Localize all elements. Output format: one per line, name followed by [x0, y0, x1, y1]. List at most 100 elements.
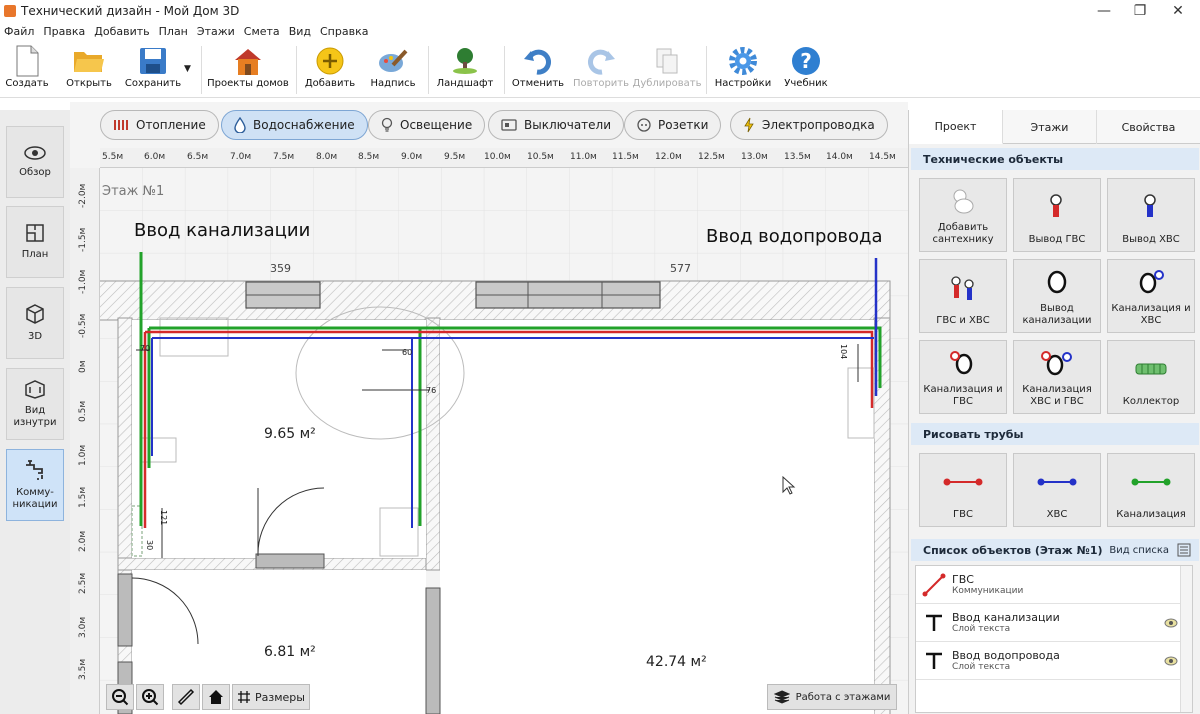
- tab-water-supply[interactable]: Водоснабжение: [221, 110, 368, 140]
- settings-button[interactable]: Настройки: [712, 44, 774, 96]
- floor-plan[interactable]: Этаж №1 Ввод канализации Ввод водопровод…: [100, 168, 908, 714]
- tutorial-button[interactable]: ? Учебник: [780, 44, 832, 96]
- water-input-label[interactable]: Ввод водопровода: [706, 226, 883, 247]
- hot-water-outlet-tile[interactable]: Вывод ГВС: [1013, 178, 1101, 252]
- zoom-in-icon: [142, 689, 159, 706]
- plan-canvas[interactable]: 5.5м 6.0м 6.5м 7.0м 7.5м 8.0м 8.5м 9.0м …: [70, 148, 908, 714]
- water-drop-icon: [234, 117, 246, 133]
- left-sidebar: Обзор План 3D Вид изнутри Комму-никации: [0, 110, 70, 714]
- room-area-label: 6.81 м²: [264, 644, 316, 660]
- tab-project[interactable]: Проект: [909, 110, 1003, 144]
- hot-water-outlet-icon: [1046, 179, 1068, 234]
- list-scrollbar[interactable]: [1180, 566, 1192, 712]
- dimension-label: 359: [270, 262, 291, 275]
- tab-heating[interactable]: Отопление: [100, 110, 219, 140]
- zoom-out-icon: [112, 689, 129, 706]
- mouse-cursor-icon: [782, 476, 796, 495]
- room-area-label: 9.65 м²: [264, 426, 316, 442]
- hot-cold-water-tile[interactable]: ГВС и ХВС: [919, 259, 1007, 333]
- visibility-eye-icon[interactable]: [1164, 618, 1178, 628]
- hot-pipe-icon: [943, 454, 983, 509]
- menu-add[interactable]: Добавить: [90, 25, 154, 38]
- collector-tile[interactable]: Коллектор: [1107, 340, 1195, 414]
- tab-wiring[interactable]: Электропроводка: [730, 110, 888, 140]
- canvas-controls: Размеры: [106, 684, 310, 710]
- menu-plan[interactable]: План: [155, 25, 193, 38]
- zoom-in-button[interactable]: [136, 684, 164, 710]
- menu-estimate[interactable]: Смета: [240, 25, 285, 38]
- landscape-button[interactable]: Ландшафт: [434, 44, 496, 96]
- save-button[interactable]: Сохранить: [124, 44, 182, 96]
- tab-floors[interactable]: Этажи: [1003, 110, 1097, 144]
- toolbar-separator: [428, 46, 429, 94]
- label-button[interactable]: Надпись: [366, 44, 420, 96]
- tab-properties[interactable]: Свойства: [1097, 110, 1200, 144]
- cold-water-outlet-tile[interactable]: Вывод ХВС: [1107, 178, 1195, 252]
- copy-icon: [654, 44, 680, 78]
- sidebar-item-overview[interactable]: Обзор: [6, 126, 64, 198]
- list-view-toggle[interactable]: Вид списка: [1109, 545, 1169, 556]
- list-view-icon[interactable]: [1177, 543, 1191, 557]
- room-interior-icon: [25, 379, 45, 399]
- object-list: ГВС Коммуникации Ввод канализации Слой тек…: [915, 565, 1193, 713]
- new-document-icon: [14, 44, 40, 78]
- vertical-ruler: -2.0м -1.5м -1.0м -0.5м 0м 0.5м 1.0м 1.5…: [70, 168, 100, 714]
- gear-icon: [727, 44, 759, 78]
- close-button[interactable]: ✕: [1156, 0, 1200, 22]
- sewer-outlet-tile[interactable]: Вывод канализации: [1013, 259, 1101, 333]
- sidebar-item-plan[interactable]: План: [6, 206, 64, 278]
- sidebar-item-3d[interactable]: 3D: [6, 287, 64, 359]
- home-button[interactable]: [202, 684, 230, 710]
- menu-view[interactable]: Вид: [285, 25, 316, 38]
- undo-button[interactable]: Отменить: [510, 44, 566, 96]
- sewer-pipe-icon: [1131, 454, 1171, 509]
- collector-icon: [1134, 341, 1168, 396]
- dimensions-button[interactable]: Размеры: [232, 684, 310, 710]
- horizontal-ruler: 5.5м 6.0м 6.5м 7.0м 7.5м 8.0м 8.5м 9.0м …: [100, 148, 908, 168]
- sewer-hot-tile[interactable]: Канализация и ГВС: [919, 340, 1007, 414]
- zoom-out-button[interactable]: [106, 684, 134, 710]
- add-plumbing-tile[interactable]: Добавить сантехнику: [919, 178, 1007, 252]
- draw-cold-pipe-tile[interactable]: ХВС: [1013, 453, 1101, 527]
- dimension-label: 104: [839, 344, 848, 360]
- radiator-icon: [113, 119, 129, 131]
- floor-label: Этаж №1: [102, 184, 165, 199]
- tab-sockets[interactable]: Розетки: [624, 110, 722, 140]
- sewer-cold-tile[interactable]: Канализация и ХВС: [1107, 259, 1195, 333]
- floors-work-button[interactable]: Работа с этажами: [767, 684, 897, 710]
- sewer-cold-hot-icon: [1040, 341, 1074, 384]
- cold-pipe-icon: [1037, 454, 1077, 509]
- plus-circle-icon: [315, 44, 345, 78]
- house-projects-button[interactable]: Проекты домов: [206, 44, 290, 96]
- list-item[interactable]: ГВС Коммуникации: [916, 566, 1184, 604]
- pipe-segment-icon: [916, 573, 952, 597]
- duplicate-button[interactable]: Дублировать: [633, 44, 702, 96]
- list-item[interactable]: Ввод водопровода Слой текста: [916, 642, 1184, 680]
- draw-hot-pipe-tile[interactable]: ГВС: [919, 453, 1007, 527]
- redo-button[interactable]: Повторить: [570, 44, 632, 96]
- sidebar-item-communications[interactable]: Комму-никации: [6, 449, 64, 521]
- ruler-button[interactable]: [172, 684, 200, 710]
- menu-help[interactable]: Справка: [316, 25, 373, 38]
- list-item[interactable]: Ввод канализации Слой текста: [916, 604, 1184, 642]
- menu-edit[interactable]: Правка: [39, 25, 90, 38]
- draw-sewer-pipe-tile[interactable]: Канализация: [1107, 453, 1195, 527]
- app-window: { "window":{"title":"Технический дизайн …: [0, 0, 1200, 714]
- plumbing-fixture-icon: [950, 179, 976, 222]
- menu-floors[interactable]: Этажи: [193, 25, 240, 38]
- save-dropdown-icon[interactable]: ▼: [184, 64, 191, 74]
- room-area-label: 42.74 м²: [646, 654, 707, 670]
- sewer-cold-hot-tile[interactable]: Канализация ХВС и ГВС: [1013, 340, 1101, 414]
- sidebar-item-inside-view[interactable]: Вид изнутри: [6, 368, 64, 440]
- layers-icon: [773, 690, 790, 704]
- visibility-eye-icon[interactable]: [1164, 656, 1178, 666]
- tab-lighting[interactable]: Освещение: [368, 110, 486, 140]
- menu-file[interactable]: Файл: [0, 25, 39, 38]
- sewer-input-label[interactable]: Ввод канализации: [134, 220, 310, 241]
- create-button[interactable]: Создать: [4, 44, 50, 96]
- open-button[interactable]: Открыть: [64, 44, 114, 96]
- draw-pipes-header: Рисовать трубы: [911, 423, 1199, 445]
- tab-switches[interactable]: Выключатели: [488, 110, 625, 140]
- add-button[interactable]: Добавить: [302, 44, 358, 96]
- cube-icon: [26, 303, 44, 324]
